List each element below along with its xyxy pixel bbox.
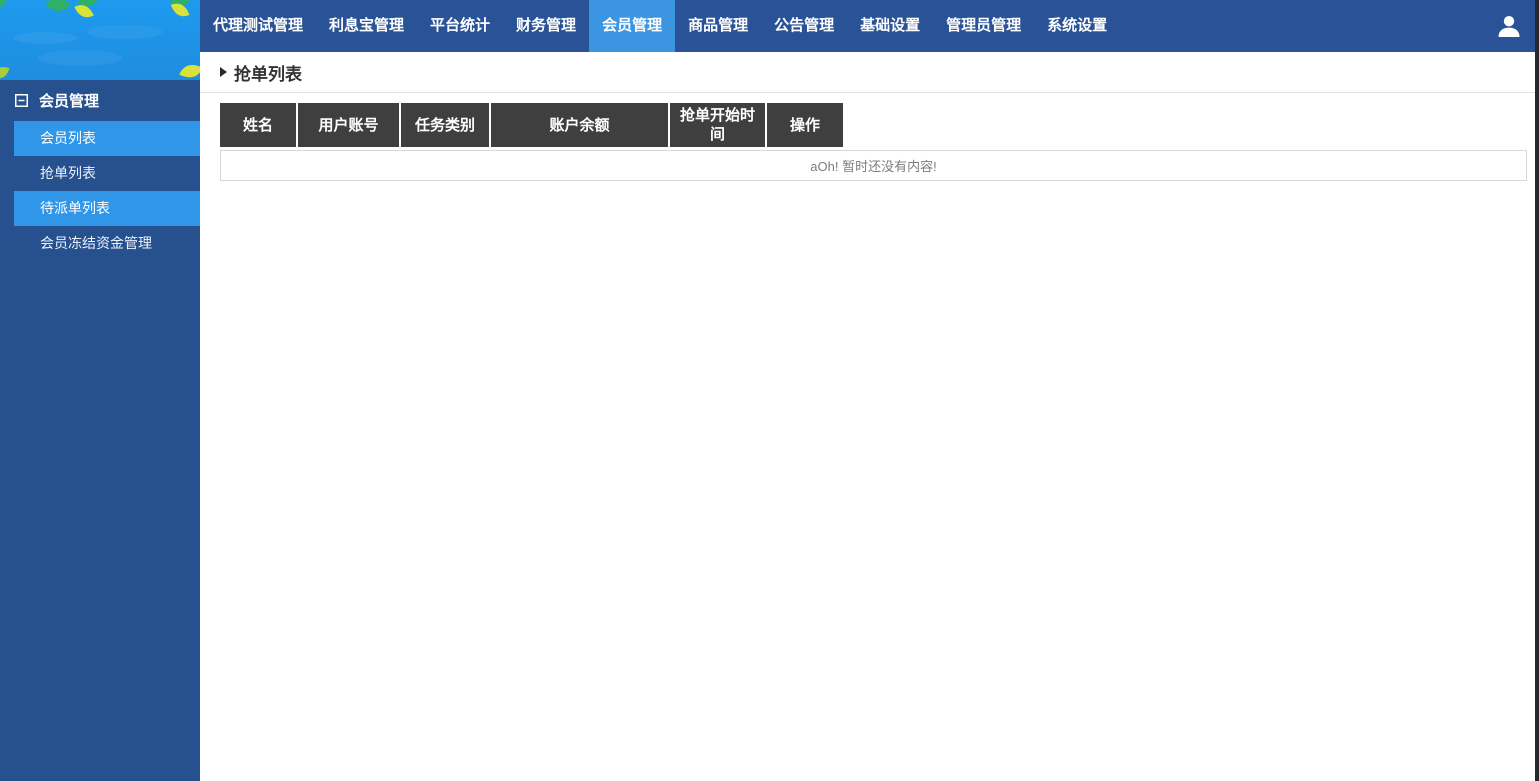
user-icon[interactable] bbox=[1497, 14, 1521, 38]
nav-item-agent-test-management[interactable]: 代理测试管理 bbox=[200, 0, 316, 52]
sidebar-section-member-management[interactable]: 会员管理 bbox=[0, 85, 200, 115]
column-header-task-category: 任务类别 bbox=[401, 103, 491, 147]
table-header-row: 姓名 用户账号 任务类别 账户余额 抢单开始时间 操作 bbox=[220, 103, 1527, 147]
column-header-actions: 操作 bbox=[767, 103, 845, 147]
nav-item-platform-statistics[interactable]: 平台统计 bbox=[417, 0, 503, 52]
main-content: 抢单列表 姓名 用户账号 任务类别 账户余额 抢单开始时间 操作 aOh! 暂时… bbox=[200, 52, 1539, 781]
breadcrumb: 抢单列表 bbox=[200, 52, 1539, 93]
nav-item-admin-management[interactable]: 管理员管理 bbox=[933, 0, 1034, 52]
nav-item-basic-settings[interactable]: 基础设置 bbox=[847, 0, 933, 52]
column-header-name: 姓名 bbox=[220, 103, 298, 147]
table-empty-row: aOh! 暂时还没有内容! bbox=[220, 150, 1527, 181]
right-triangle-icon bbox=[220, 67, 227, 77]
nav-item-announcement-management[interactable]: 公告管理 bbox=[761, 0, 847, 52]
grab-order-table: 姓名 用户账号 任务类别 账户余额 抢单开始时间 操作 aOh! 暂时还没有内容… bbox=[220, 103, 1527, 181]
sidebar-item-grab-order-list[interactable]: 抢单列表 bbox=[0, 156, 200, 191]
sidebar-item-member-frozen-funds[interactable]: 会员冻结资金管理 bbox=[0, 226, 200, 261]
sidebar: 会员管理 会员列表 抢单列表 待派单列表 会员冻结资金管理 bbox=[0, 0, 200, 781]
sidebar-item-pending-dispatch-list[interactable]: 待派单列表 bbox=[14, 191, 200, 226]
nav-item-member-management[interactable]: 会员管理 bbox=[589, 0, 676, 52]
nav-item-product-management[interactable]: 商品管理 bbox=[675, 0, 761, 52]
empty-state-message: aOh! 暂时还没有内容! bbox=[810, 159, 937, 174]
sidebar-section-label: 会员管理 bbox=[39, 92, 100, 110]
logo-banner bbox=[0, 0, 200, 80]
leaves-decoration-image bbox=[0, 0, 200, 79]
window-right-edge bbox=[1535, 0, 1539, 781]
page-title: 抢单列表 bbox=[234, 64, 302, 84]
nav-item-system-settings[interactable]: 系统设置 bbox=[1034, 0, 1120, 52]
column-header-account-balance: 账户余额 bbox=[491, 103, 670, 147]
nav-item-finance-management[interactable]: 财务管理 bbox=[503, 0, 589, 52]
column-header-user-account: 用户账号 bbox=[298, 103, 401, 147]
column-header-grab-start-time: 抢单开始时间 bbox=[670, 103, 767, 147]
nav-item-interest-treasure-management[interactable]: 利息宝管理 bbox=[316, 0, 417, 52]
top-navigation-bar: 代理测试管理 利息宝管理 平台统计 财务管理 会员管理 商品管理 公告管理 基础… bbox=[200, 0, 1539, 52]
collapse-minus-icon bbox=[15, 93, 28, 107]
sidebar-menu: 会员列表 抢单列表 待派单列表 会员冻结资金管理 bbox=[0, 121, 200, 261]
sidebar-item-member-list[interactable]: 会员列表 bbox=[14, 121, 200, 156]
